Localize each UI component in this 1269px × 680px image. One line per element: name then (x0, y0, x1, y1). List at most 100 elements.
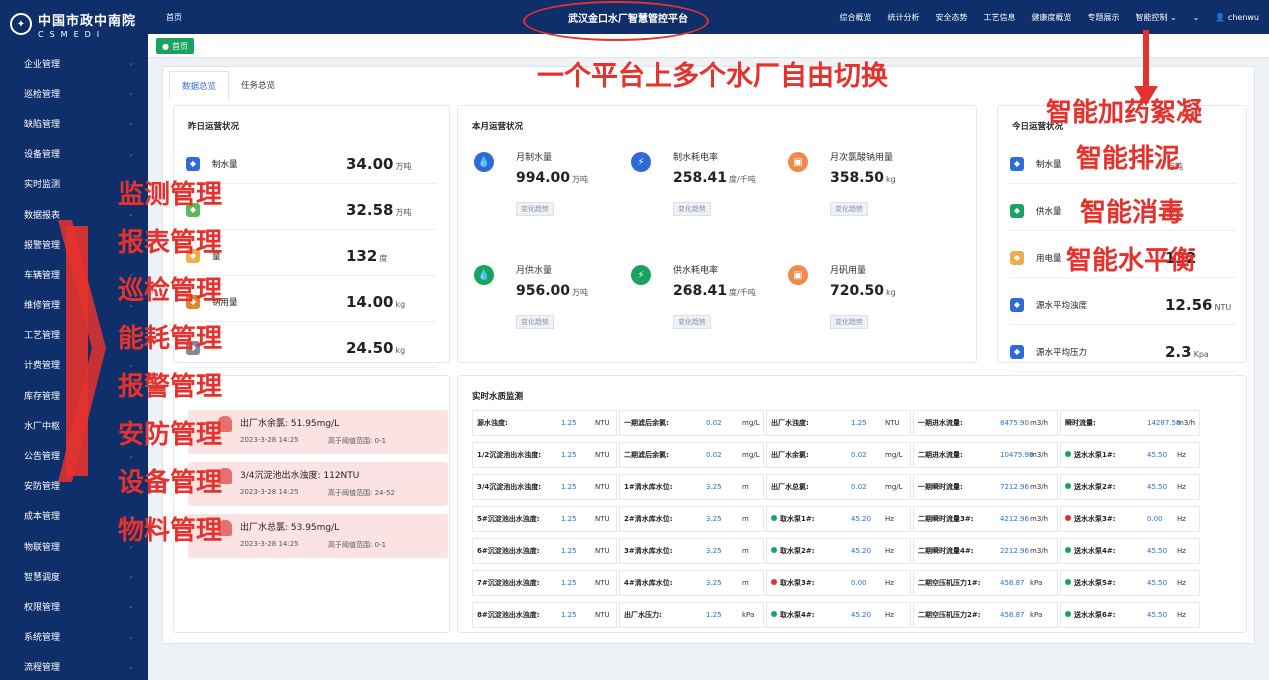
water-drop-icon: 💧 (474, 265, 494, 285)
sidebar-item-label: 报警管理 (24, 240, 61, 251)
wq-unit: kPa (742, 611, 755, 619)
top-nav-item[interactable]: 工艺信息 (983, 12, 1015, 23)
wq-cell: 5#沉淀池出水浊度: 1.25 NTU (472, 506, 617, 532)
trend-button[interactable]: 变化趋势 (516, 202, 554, 216)
wq-value: 14287.50 (1147, 419, 1181, 427)
top-nav-item[interactable]: 健康度概览 (1031, 12, 1071, 23)
sidebar-item[interactable]: 企业管理 ⌄ (0, 48, 148, 78)
month-metric-value: 258.41 度/千吨 (673, 170, 756, 186)
alarm-card[interactable]: 3/4沉淀池出水浊度: 112NTU 2023-3-28 14:25 高于阈值范围:… (188, 462, 448, 506)
sidebar-item-label: 安防管理 (24, 482, 61, 493)
top-nav-item[interactable]: 智能控制 ⌄ (1135, 12, 1176, 23)
month-metric-number: 268.41 (673, 283, 728, 299)
annotation-left-item: 物料管理 (118, 516, 223, 546)
metric-icon: ◆ (1010, 156, 1024, 171)
lightning-icon: ⚡ (631, 265, 651, 285)
wq-label: 7#沉淀池出水浊度: (477, 578, 540, 588)
wq-cell: 一期瞬时流量: 7212.96 m3/h (913, 474, 1058, 500)
status-dot-icon (1065, 451, 1071, 457)
logo[interactable]: ✦ 中国市政中南院 CSMEDI (0, 0, 148, 48)
wq-unit: NTU (595, 547, 610, 555)
sidebar-item-label: 库存管理 (24, 391, 61, 402)
sidebar-item[interactable]: 缺陷管理 ⌄ (0, 108, 148, 138)
wq-label: 6#沉淀池出水浊度: (477, 546, 540, 556)
top-nav-item[interactable]: 统计分析 (887, 12, 919, 23)
annotation-left-item: 安防管理 (118, 420, 223, 450)
sidebar-item[interactable]: 设备管理 ⌄ (0, 139, 148, 169)
month-metric-unit: 度/千吨 (729, 175, 756, 184)
alarm-time: 2023-3-28 14:25 (240, 436, 299, 444)
sidebar-item[interactable]: 权限管理 ⌄ (0, 591, 148, 621)
wq-value: 1.25 (851, 419, 867, 427)
wq-label: 源水浊度: (477, 418, 508, 428)
wq-value: 3.25 (706, 483, 722, 491)
annotation-right-item: 智能消毒 (1080, 198, 1185, 228)
sidebar-item-label: 计费管理 (24, 361, 61, 372)
wq-cell: 送水水泵2#: 45.50 Hz (1060, 474, 1200, 500)
wq-cell: 8#沉淀池出水浊度: 1.25 NTU (472, 602, 617, 628)
wq-value: 1.25 (561, 579, 577, 587)
top-home-link[interactable]: 首页 (166, 12, 182, 23)
metric-number: 14.00 (346, 292, 394, 311)
logo-en: CSMEDI (38, 29, 106, 39)
alarm-card[interactable]: 出厂水总氯: 53.95mg/L 2023-3-28 14:25 高于阈值范围: 0… (188, 514, 448, 558)
annotation-platform-switch: 一个平台上多个水厂自由切换 (537, 61, 888, 92)
sidebar-item[interactable]: 巡检管理 ⌄ (0, 78, 148, 108)
wq-label-text: 取水泵3#: (780, 579, 815, 587)
wq-label-text: 源水浊度: (477, 419, 508, 427)
tab-item[interactable]: 数据总览 (169, 71, 230, 101)
wq-value: 0.02 (851, 451, 867, 459)
wq-label-text: 出厂水余氯: (771, 451, 809, 459)
top-nav-item[interactable]: 综合概览 (839, 12, 871, 23)
today-row: ◆ 源水平均浊度 12.56 NTU (1010, 285, 1236, 325)
metric-value: 2.3 Kpa (1165, 343, 1209, 361)
trend-button[interactable]: 变化趋势 (830, 315, 868, 329)
tab-item[interactable]: 任务总览 (229, 71, 287, 101)
metric-icon: ◆ (1010, 250, 1024, 265)
wq-cell: 1#清水库水位: 3.25 m (619, 474, 764, 500)
month-metric-number: 956.00 (516, 283, 571, 299)
wq-label-text: 1/2沉淀池出水浊度: (477, 451, 542, 459)
wq-cell: 二期瞬时流量3#: 4212.96 m3/h (913, 506, 1058, 532)
month-metric-unit: kg (886, 175, 896, 184)
wq-value: 45.20 (851, 611, 872, 619)
sidebar-item[interactable]: 系统管理 ⌄ (0, 622, 148, 652)
sidebar-item[interactable]: 智慧调度 ⌄ (0, 561, 148, 591)
wq-cell: 取水泵1#: 45.20 Hz (766, 506, 911, 532)
top-nav-item[interactable]: ⌄ (1193, 13, 1200, 22)
wq-cell: 二期进水流量: 10475.90 m3/h (913, 442, 1058, 468)
yesterday-row: ◆ 钠用量 14.00 kg (186, 282, 436, 322)
sidebar-item[interactable]: 流程管理 ⌄ (0, 652, 148, 680)
alarm-card[interactable]: 出厂水余氯: 51.95mg/L 2023-3-28 14:25 高于阈值范围: 0… (188, 410, 448, 454)
month-metric-value: 720.50 kg (830, 283, 896, 299)
metric-unit: kg (395, 299, 406, 309)
wq-cell: 送水水泵1#: 45.50 Hz (1060, 442, 1200, 468)
user-name: chenwu (1227, 12, 1259, 22)
wq-label: 出厂水压力: (624, 610, 662, 620)
top-nav-item[interactable]: 安全态势 (935, 12, 967, 23)
wq-unit: NTU (595, 579, 610, 587)
wq-label: 8#沉淀池出水浊度: (477, 610, 540, 620)
trend-button[interactable]: 变化趋势 (830, 202, 868, 216)
wq-cell: 出厂水压力: 1.25 kPa (619, 602, 764, 628)
platform-highlight-ellipse (523, 1, 709, 41)
user-menu[interactable]: 👤 chenwu (1215, 13, 1259, 22)
wq-label-text: 送水水泵4#: (1074, 547, 1116, 555)
wq-unit: Hz (885, 547, 894, 555)
home-tag[interactable]: ● 首页 (156, 38, 194, 54)
home-tag-label: 首页 (171, 41, 188, 51)
top-nav-item[interactable]: 专题展示 (1087, 12, 1119, 23)
wq-label-text: 送水水泵1#: (1074, 451, 1116, 459)
trend-button[interactable]: 变化趋势 (673, 202, 711, 216)
wq-label-text: 取水泵4#: (780, 611, 815, 619)
wq-unit: mg/L (742, 451, 760, 459)
trend-button[interactable]: 变化趋势 (516, 315, 554, 329)
wq-value: 1.25 (561, 515, 577, 523)
metric-value: 34.00 万吨 (346, 155, 411, 173)
alarm-title: 3/4沉淀池出水浊度: 112NTU (240, 471, 360, 481)
status-dot-icon (1065, 611, 1071, 617)
trend-button[interactable]: 变化趋势 (673, 315, 711, 329)
wq-cell: 二期空压机压力1#: 458.87 kPa (913, 570, 1058, 596)
month-metric-number: 358.50 (830, 170, 885, 186)
wq-cell: 出厂水浊度: 1.25 NTU (766, 410, 911, 436)
